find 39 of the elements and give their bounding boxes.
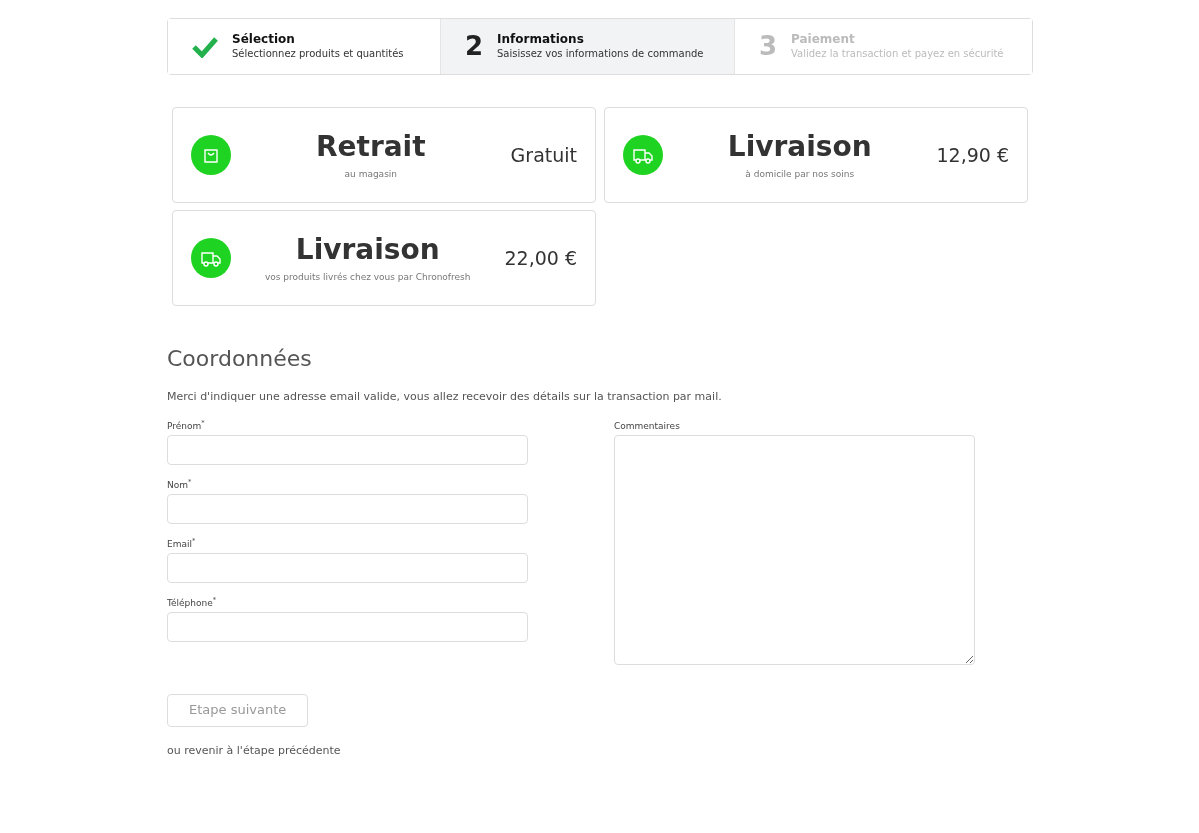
comments-field[interactable] xyxy=(614,434,975,665)
delivery-option-card[interactable]: Livraison vos produits livrés chez vous par Chronofresh 22,00 € xyxy=(172,210,596,306)
option-title: Retrait xyxy=(316,128,426,165)
option-title: Livraison xyxy=(727,128,872,165)
step-subtitle: Sélectionnez produits et quantités xyxy=(232,47,404,61)
section-heading: Coordonnées xyxy=(167,345,313,373)
option-price: 12,90 € xyxy=(936,142,1009,168)
step-number: 2 xyxy=(465,30,483,63)
truck-icon xyxy=(623,135,663,175)
step-title: Informations xyxy=(497,32,585,47)
delivery-option-card[interactable]: Retrait au magasin Gratuit xyxy=(172,107,596,203)
option-subtitle: à domicile par nos soins xyxy=(745,167,855,181)
field-label: Nom$^{*}$ xyxy=(167,478,193,492)
truck-icon xyxy=(191,238,231,278)
checkmark-icon xyxy=(192,35,218,58)
option-title: Livraison xyxy=(295,231,440,268)
field-label: Prénom$^{*}$ xyxy=(167,419,206,433)
input-field[interactable] xyxy=(167,434,528,465)
input-field[interactable] xyxy=(167,611,528,642)
step-subtitle: Saisissez vos informations de commande xyxy=(497,47,704,61)
step-title: Sélection xyxy=(232,32,296,47)
option-price: 22,00 € xyxy=(504,245,577,271)
bag-icon xyxy=(191,135,231,175)
field-label: Commentaires xyxy=(614,419,681,433)
back-link[interactable]: ou revenir à l'étape précédente xyxy=(167,742,1033,759)
intro-text: Merci d'indiquer une adresse email valide, vous allez recevoir des détails sur la transaction par mail. xyxy=(167,389,723,405)
field-label: Email$^{*}$ xyxy=(167,537,197,551)
step-title: Paiement xyxy=(791,32,856,47)
input-field[interactable] xyxy=(167,552,528,583)
option-price: Gratuit xyxy=(510,142,577,168)
field-label: Téléphone$^{*}$ xyxy=(167,596,218,610)
step-tab[interactable]: 2 Informations Saisissez vos informations de commande xyxy=(441,19,735,74)
option-subtitle: au magasin xyxy=(344,167,398,181)
input-field[interactable] xyxy=(167,493,528,524)
step-subtitle: Validez la transaction et payez en sécurité xyxy=(791,47,1004,61)
option-subtitle: vos produits livrés chez vous par Chronofresh xyxy=(265,270,471,284)
delivery-option-card[interactable]: Livraison à domicile par nos soins 12,90 € xyxy=(604,107,1028,203)
step-number: 3 xyxy=(759,30,777,63)
step-tab[interactable]: Sélection Sélectionnez produits et quantités xyxy=(168,19,441,74)
